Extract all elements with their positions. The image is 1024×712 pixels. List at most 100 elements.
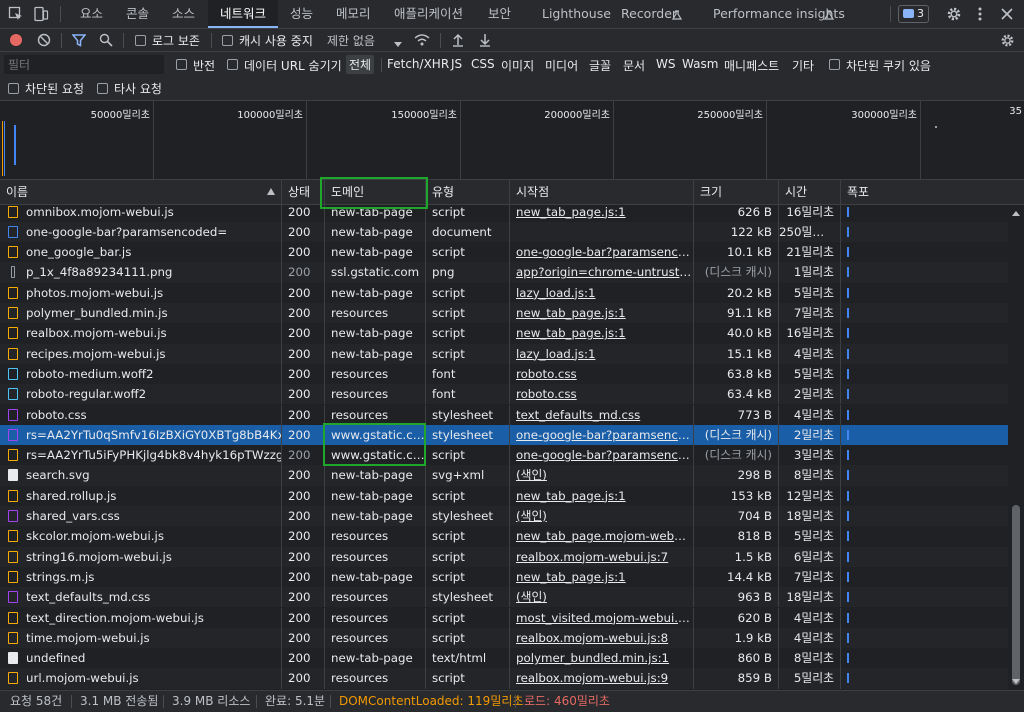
cell-initiator[interactable]: roboto.css xyxy=(510,363,694,385)
scroll-down-arrow-icon[interactable] xyxy=(1012,679,1020,684)
more-options-icon[interactable] xyxy=(977,6,983,22)
cell-name[interactable]: roboto-regular.woff2 xyxy=(0,384,282,405)
cell-initiator[interactable]: new_tab_page.mojom-webui.js:7 xyxy=(510,526,694,547)
cell-initiator[interactable]: most_visited.mojom-webui.js:6 xyxy=(510,607,694,628)
type-filter-image[interactable]: 이미지 xyxy=(501,57,534,74)
table-row[interactable]: recipes.mojom-webui.js 200 new-tab-page scr… xyxy=(0,343,1008,364)
cell-initiator[interactable]: lazy_load.js:1 xyxy=(510,282,694,303)
cell-initiator[interactable]: (색인) xyxy=(510,465,694,486)
tab-elements[interactable]: 요소 xyxy=(80,0,103,28)
close-icon[interactable] xyxy=(1001,8,1013,20)
tab-security[interactable]: 보안 xyxy=(488,0,511,28)
table-row[interactable]: string16.mojom-webui.js 200 resources scrip… xyxy=(0,546,1008,567)
table-row[interactable]: shared_vars.css 200 new-tab-page stylesheet… xyxy=(0,506,1008,527)
type-filter-manifest[interactable]: 매니페스트 xyxy=(724,57,779,74)
vertical-scrollbar[interactable] xyxy=(1008,205,1024,690)
column-header-waterfall[interactable]: 폭포 xyxy=(841,180,1024,204)
issues-badge[interactable]: 3 xyxy=(898,5,929,23)
table-row[interactable]: shared.rollup.js 200 new-tab-page script new… xyxy=(0,485,1008,506)
export-har-icon[interactable] xyxy=(479,33,491,47)
table-row[interactable]: rs=AA2YrTu5iFyPHKjlg4bk8v4hyk16pTWzzg 200… xyxy=(0,445,1008,466)
cell-name[interactable]: rs=AA2YrTu5iFyPHKjlg4bk8v4hyk16pTWzzg xyxy=(0,445,282,466)
cell-name[interactable]: shared_vars.css xyxy=(0,506,282,527)
table-row[interactable]: p_1x_4f8a89234111.png 200 ssl.gstatic.com p… xyxy=(0,262,1008,283)
tab-performance[interactable]: 성능 xyxy=(290,0,313,28)
throttling-select[interactable]: 제한 없음 xyxy=(327,32,375,49)
cell-initiator[interactable]: app?origin=chrome-untrusted%... xyxy=(510,262,694,283)
cell-initiator[interactable]: new_tab_page.js:1 xyxy=(510,485,694,506)
tab-recorder[interactable]: Recorder xyxy=(621,0,677,28)
table-row[interactable]: polymer_bundled.min.js 200 resources script… xyxy=(0,303,1008,324)
column-header-domain[interactable]: 도메인 xyxy=(325,180,426,204)
cell-initiator[interactable]: polymer_bundled.min.js:1 xyxy=(510,648,694,669)
cell-initiator[interactable]: realbox.mojom-webui.js:9 xyxy=(510,668,694,689)
cell-initiator[interactable]: (색인) xyxy=(510,587,694,608)
table-row[interactable]: rs=AA2YrTu0qSmfv16IzBXiGY0XBTg8bB4Kxw 200… xyxy=(0,424,1008,446)
column-header-size[interactable]: 크기 xyxy=(694,180,779,204)
tab-sources[interactable]: 소스 xyxy=(172,0,195,28)
cell-initiator[interactable]: one-google-bar?paramsencode... xyxy=(510,424,694,446)
blocked-requests-checkbox[interactable] xyxy=(8,83,19,94)
table-row[interactable]: photos.mojom-webui.js 200 new-tab-page scri… xyxy=(0,282,1008,303)
device-toolbar-icon[interactable] xyxy=(33,6,49,22)
table-row[interactable]: url.mojom-webui.js 200 resources script real… xyxy=(0,668,1008,689)
disable-cache-checkbox[interactable] xyxy=(222,35,233,46)
table-row[interactable]: one_google_bar.js 200 new-tab-page script on… xyxy=(0,242,1008,263)
table-row[interactable]: search.svg 200 new-tab-page svg+xml (색인) 298 … xyxy=(0,465,1008,486)
table-row[interactable]: omnibox.mojom-webui.js 200 new-tab-page scr… xyxy=(0,205,1008,222)
cell-name[interactable]: omnibox.mojom-webui.js xyxy=(0,205,282,222)
cell-name[interactable]: roboto-medium.woff2 xyxy=(0,363,282,385)
table-row[interactable]: text_defaults_md.css 200 resources styleshe… xyxy=(0,587,1008,608)
cell-name[interactable]: string16.mojom-webui.js xyxy=(0,546,282,567)
type-filter-other[interactable]: 기타 xyxy=(792,57,814,74)
cell-name[interactable]: undefined xyxy=(0,648,282,669)
inspect-element-icon[interactable] xyxy=(8,6,24,22)
cell-initiator[interactable]: text_defaults_md.css xyxy=(510,404,694,425)
invert-checkbox[interactable] xyxy=(176,59,187,70)
cell-name[interactable]: text_defaults_md.css xyxy=(0,587,282,608)
table-row[interactable]: strings.m.js 200 new-tab-page script new_tab… xyxy=(0,566,1008,588)
filter-input[interactable] xyxy=(4,55,164,74)
tab-application[interactable]: 애플리케이션 xyxy=(394,0,463,28)
table-row[interactable]: realbox.mojom-webui.js 200 new-tab-page scr… xyxy=(0,323,1008,344)
type-filter-css[interactable]: CSS xyxy=(471,57,495,71)
cell-name[interactable]: search.svg xyxy=(0,465,282,486)
cell-name[interactable]: roboto.css xyxy=(0,404,282,425)
cell-name[interactable]: photos.mojom-webui.js xyxy=(0,282,282,303)
type-filter-ws[interactable]: WS xyxy=(656,57,675,71)
cell-initiator[interactable]: realbox.mojom-webui.js:8 xyxy=(510,627,694,649)
cell-name[interactable]: url.mojom-webui.js xyxy=(0,668,282,689)
gear-icon[interactable] xyxy=(946,6,962,22)
cell-initiator[interactable]: new_tab_page.js:1 xyxy=(510,303,694,324)
record-icon[interactable] xyxy=(10,34,22,46)
table-row[interactable]: text_direction.mojom-webui.js 200 resource… xyxy=(0,607,1008,628)
cell-initiator[interactable]: new_tab_page.js:1 xyxy=(510,205,694,222)
table-row[interactable]: skcolor.mojom-webui.js 200 resources script… xyxy=(0,526,1008,547)
table-row[interactable]: time.mojom-webui.js 200 resources script rea… xyxy=(0,627,1008,649)
table-row[interactable]: roboto.css 200 resources stylesheet text_def… xyxy=(0,404,1008,425)
third-party-checkbox[interactable] xyxy=(97,83,108,94)
type-filter-doc[interactable]: 문서 xyxy=(623,57,645,74)
cell-name[interactable]: recipes.mojom-webui.js xyxy=(0,343,282,364)
cell-initiator[interactable]: roboto.css xyxy=(510,384,694,405)
cell-initiator[interactable]: lazy_load.js:1 xyxy=(510,343,694,364)
column-header-status[interactable]: 상태 xyxy=(282,180,325,204)
table-row[interactable]: roboto-medium.woff2 200 resources font robot… xyxy=(0,363,1008,385)
tab-lighthouse[interactable]: Lighthouse xyxy=(542,0,611,28)
scroll-up-arrow-icon[interactable] xyxy=(1012,211,1020,216)
cell-initiator[interactable]: new_tab_page.js:1 xyxy=(510,323,694,344)
cell-initiator[interactable]: one-google-bar?paramsencode... xyxy=(510,242,694,263)
cell-initiator[interactable]: realbox.mojom-webui.js:7 xyxy=(510,546,694,567)
cell-name[interactable]: one_google_bar.js xyxy=(0,242,282,263)
tab-network[interactable]: 네트워크 xyxy=(208,0,279,28)
preserve-log-checkbox[interactable] xyxy=(135,35,146,46)
table-row[interactable]: undefined 200 new-tab-page text/html polymer… xyxy=(0,648,1008,669)
cell-name[interactable]: polymer_bundled.min.js xyxy=(0,303,282,324)
network-conditions-icon[interactable] xyxy=(414,33,430,47)
cell-name[interactable]: strings.m.js xyxy=(0,566,282,588)
cell-name[interactable]: one-google-bar?paramsencoded= xyxy=(0,221,282,243)
table-row[interactable]: one-google-bar?paramsencoded= 200 new-tab-… xyxy=(0,221,1008,243)
cell-initiator[interactable]: one-google-bar?paramsencode... xyxy=(510,445,694,466)
type-filter-media[interactable]: 미디어 xyxy=(545,57,578,74)
cell-initiator[interactable]: new_tab_page.js:1 xyxy=(510,566,694,588)
